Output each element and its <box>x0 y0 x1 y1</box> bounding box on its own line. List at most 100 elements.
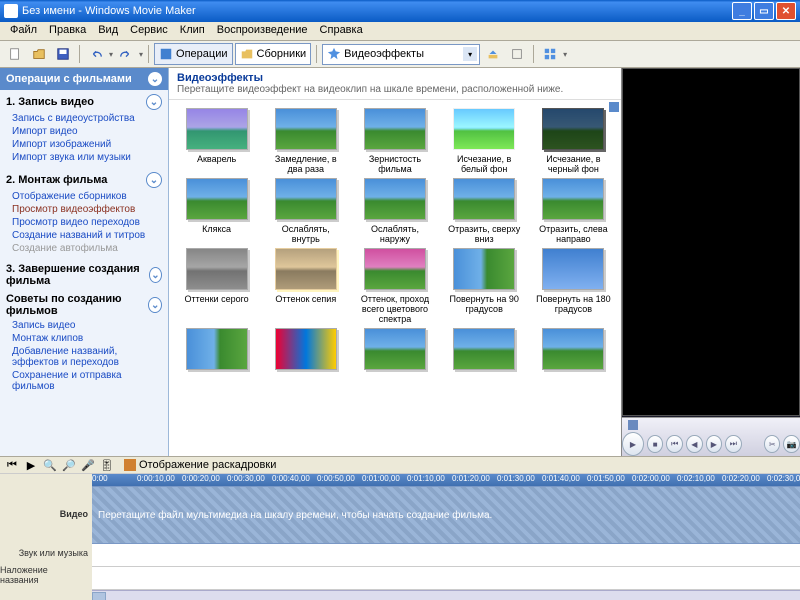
effect-item[interactable]: Зернистость фильма <box>356 108 434 174</box>
effect-item[interactable] <box>356 328 434 394</box>
audio-track[interactable] <box>92 544 800 567</box>
effect-label: Оттенок, проход всего цветового спектра <box>356 294 434 324</box>
effect-item[interactable]: Замедление, в два раза <box>267 108 345 174</box>
task-link[interactable]: Запись с видеоустройства <box>12 112 164 125</box>
effect-item[interactable]: Отразить, слева направо <box>534 178 612 244</box>
section-capture[interactable]: 1. Запись видео⌄ <box>0 90 168 112</box>
task-link[interactable]: Импорт изображений <box>12 138 164 151</box>
tl-rewind-button[interactable]: ⏮ <box>4 457 20 473</box>
task-link[interactable]: Просмотр видеоэффектов <box>12 203 164 216</box>
menu-help[interactable]: Справка <box>314 22 369 40</box>
effect-item[interactable]: Повернуть на 90 градусов <box>445 248 523 324</box>
split-button[interactable]: ✂ <box>764 435 781 453</box>
chevron-down-icon: ⌄ <box>148 297 162 313</box>
forward-button[interactable]: ▶ <box>706 435 723 453</box>
tl-levels-button[interactable]: 🎚 <box>99 457 115 473</box>
menu-file[interactable]: Файл <box>4 22 43 40</box>
timeline-ruler[interactable]: 0:000:00:10,000:00:20,000:00:30,000:00:4… <box>92 474 800 486</box>
maximize-button[interactable]: ▭ <box>754 2 774 20</box>
effect-item[interactable]: Исчезание, в белый фон <box>445 108 523 174</box>
stop-button[interactable]: ■ <box>647 435 664 453</box>
up-button[interactable] <box>482 43 504 65</box>
task-link[interactable]: Просмотр видео переходов <box>12 216 164 229</box>
effect-item[interactable]: Оттенки серого <box>178 248 256 324</box>
effect-item[interactable] <box>534 328 612 394</box>
tl-zoom-out-button[interactable]: 🔎 <box>61 457 77 473</box>
video-track[interactable]: Перетащите файл мультимедиа на шкалу вре… <box>92 486 800 544</box>
scroll-up-icon[interactable] <box>609 102 619 112</box>
task-link[interactable]: Создание названий и титров <box>12 229 164 242</box>
effect-item[interactable]: Оттенок, проход всего цветового спектра <box>356 248 434 324</box>
effect-item[interactable]: Клякса <box>178 178 256 244</box>
rewind-button[interactable]: ◀ <box>686 435 703 453</box>
effect-thumbnail <box>453 178 515 220</box>
effect-item[interactable]: Повернуть на 180 градусов <box>534 248 612 324</box>
effect-item[interactable]: Исчезание, в черный фон <box>534 108 612 174</box>
task-link[interactable]: Отображение сборников <box>12 190 164 203</box>
open-button[interactable] <box>28 43 50 65</box>
effect-thumbnail <box>453 108 515 150</box>
play-button[interactable]: ▶ <box>622 432 644 456</box>
effect-label: Отразить, сверху вниз <box>445 224 523 244</box>
effect-item[interactable]: Ослаблять, внутрь <box>267 178 345 244</box>
close-button[interactable]: ✕ <box>776 2 796 20</box>
effect-label: Ослаблять, наружу <box>356 224 434 244</box>
effect-label: Отразить, слева направо <box>534 224 612 244</box>
seek-icon[interactable] <box>628 420 638 430</box>
collection-combo[interactable]: Видеоэффекты ▾ <box>322 44 480 65</box>
show-storyboard-button[interactable]: Отображение раскадровки <box>124 459 276 471</box>
section-tips[interactable]: Советы по созданию фильмов⌄ <box>0 289 168 319</box>
effect-item[interactable] <box>267 328 345 394</box>
task-link[interactable]: Запись видео <box>12 319 164 332</box>
effect-thumbnail <box>186 178 248 220</box>
task-link[interactable]: Импорт звука или музыки <box>12 151 164 164</box>
menu-play[interactable]: Воспроизведение <box>211 22 314 40</box>
task-pane-title: Операции с фильмами ⌄ <box>0 68 168 90</box>
effect-thumbnail <box>186 248 248 290</box>
title-bar: Без имени - Windows Movie Maker _ ▭ ✕ <box>0 0 800 22</box>
view-button[interactable] <box>539 43 561 65</box>
menu-clip[interactable]: Клип <box>174 22 211 40</box>
collapse-icon[interactable]: ⌄ <box>148 72 162 86</box>
section-edit[interactable]: 2. Монтаж фильма⌄ <box>0 168 168 190</box>
task-link[interactable]: Сохранение и отправка фильмов <box>12 369 164 393</box>
effect-item[interactable] <box>445 328 523 394</box>
menu-edit[interactable]: Правка <box>43 22 92 40</box>
effect-item[interactable] <box>178 328 256 394</box>
redo-button[interactable] <box>115 43 137 65</box>
undo-button[interactable] <box>85 43 107 65</box>
effect-item[interactable]: Отразить, сверху вниз <box>445 178 523 244</box>
effect-thumbnail <box>186 108 248 150</box>
properties-button[interactable] <box>506 43 528 65</box>
next-button[interactable]: ⏭ <box>725 435 742 453</box>
section-finish[interactable]: 3. Завершение создания фильма⌄ <box>0 259 168 289</box>
collections-button[interactable]: Сборники <box>235 43 312 65</box>
effects-gallery[interactable]: Акварель Замедление, в два разаЗернистост… <box>169 100 621 456</box>
title-track[interactable] <box>92 567 800 590</box>
effect-item[interactable]: Акварель <box>178 108 256 174</box>
menu-bar: Файл Правка Вид Сервис Клип Воспроизведе… <box>0 22 800 41</box>
menu-view[interactable]: Вид <box>92 22 124 40</box>
effect-thumbnail <box>542 108 604 150</box>
effect-label: Клякса <box>202 224 231 244</box>
snapshot-button[interactable]: 📷 <box>783 435 800 453</box>
effect-label: Акварель <box>197 154 236 174</box>
task-link[interactable]: Монтаж клипов <box>12 332 164 345</box>
track-label-video: Видео <box>0 486 92 542</box>
menu-tools[interactable]: Сервис <box>124 22 174 40</box>
prev-button[interactable]: ⏮ <box>666 435 683 453</box>
new-button[interactable] <box>4 43 26 65</box>
tl-narrate-button[interactable]: 🎤 <box>80 457 96 473</box>
tl-zoom-in-button[interactable]: 🔍 <box>42 457 58 473</box>
tasks-button[interactable]: Операции <box>154 43 232 65</box>
effect-thumbnail <box>275 328 337 370</box>
effect-item[interactable]: Ослаблять, наружу <box>356 178 434 244</box>
save-button[interactable] <box>52 43 74 65</box>
task-link[interactable]: Импорт видео <box>12 125 164 138</box>
minimize-button[interactable]: _ <box>732 2 752 20</box>
timeline-scrollbar[interactable] <box>92 590 800 600</box>
tl-play-button[interactable]: ▶ <box>23 457 39 473</box>
effect-item[interactable]: Оттенок сепия <box>267 248 345 324</box>
task-link[interactable]: Добавление названий, эффектов и переходо… <box>12 345 164 369</box>
task-link[interactable]: Создание автофильма <box>12 242 164 255</box>
